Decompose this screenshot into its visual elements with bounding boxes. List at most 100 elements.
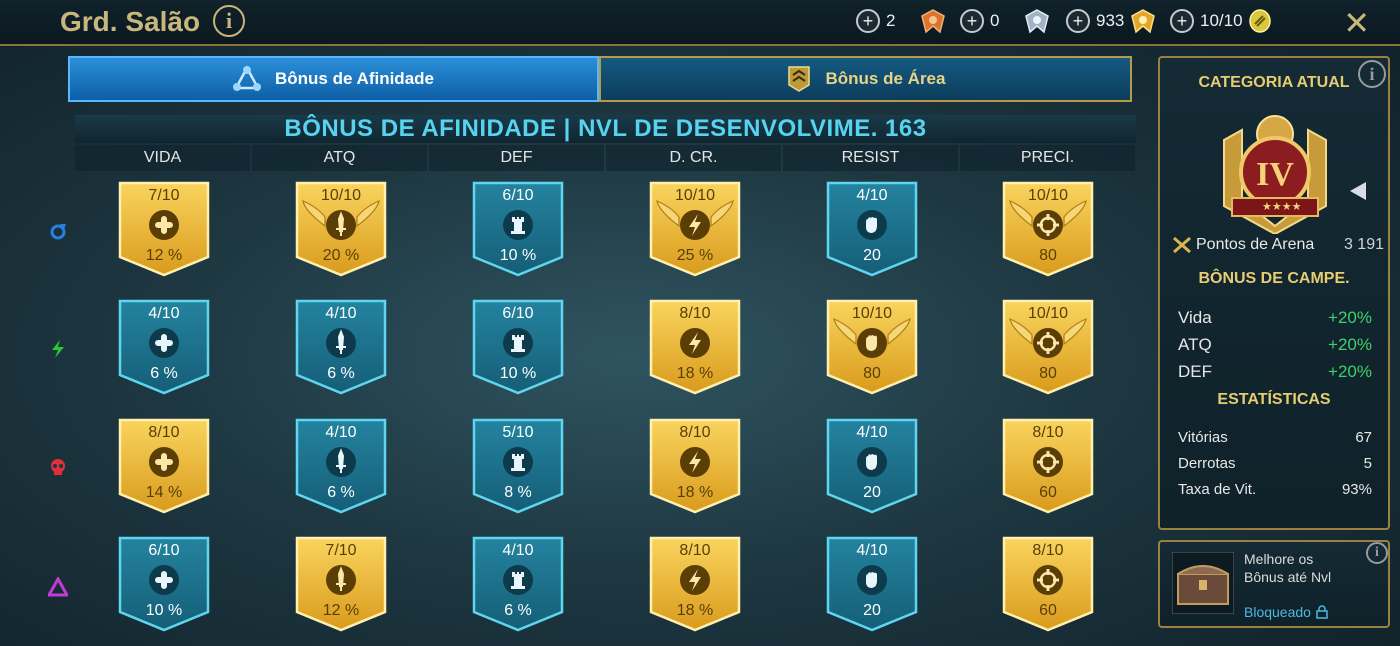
accuracy-icon: [1033, 210, 1063, 240]
bonus-badge[interactable]: 4/10 20: [826, 418, 918, 514]
champion-bonus-title: BÔNUS DE CAMPE.: [1198, 270, 1350, 287]
silver-medal-icon: [1025, 9, 1049, 34]
badge-value: 6 %: [504, 602, 532, 619]
bonus-badge[interactable]: 6/10 10 %: [472, 299, 564, 395]
badge-value: 80: [863, 365, 881, 382]
area-tab-icon: [787, 66, 810, 92]
info-button[interactable]: i: [213, 5, 245, 37]
tab-area-bonus[interactable]: Bônus de Área: [599, 56, 1132, 102]
badge-rank: 6/10: [502, 305, 534, 322]
bonus-badge[interactable]: 4/10 6 %: [295, 418, 387, 514]
defense-icon: [503, 210, 533, 240]
resource-silver: + 0: [960, 8, 1050, 34]
bonus-badge[interactable]: 8/10 60: [1002, 418, 1094, 514]
badge-rank: 7/10: [325, 542, 357, 559]
bonus-badge[interactable]: 5/10 8 %: [472, 418, 564, 514]
crit-damage-icon: [680, 565, 710, 595]
bonus-badge[interactable]: 8/10 18 %: [649, 299, 741, 395]
bonus-badge[interactable]: 4/10 6 %: [118, 299, 210, 395]
add-token-button[interactable]: +: [1170, 9, 1194, 33]
bonus-badge[interactable]: 6/10 10 %: [118, 536, 210, 632]
bonus-badge[interactable]: 10/10 80: [1002, 181, 1094, 277]
badge-value: 10 %: [499, 247, 537, 264]
column-header: D. CR.: [606, 145, 781, 171]
badge-value: 14 %: [145, 484, 183, 501]
resource-token-value: 10/10: [1200, 11, 1243, 30]
attack-icon: [326, 447, 356, 477]
badge-value: 18 %: [676, 602, 714, 619]
defense-icon: [503, 328, 533, 358]
add-gold-button[interactable]: +: [1066, 9, 1090, 33]
bonus-badge[interactable]: 8/10 14 %: [118, 418, 210, 514]
badge-value: 12 %: [145, 247, 183, 264]
upgrade-info-button[interactable]: i: [1366, 542, 1388, 564]
page-title: Grd. Salão: [60, 6, 201, 37]
crit-damage-icon: [680, 328, 710, 358]
tab-affinity-bonus[interactable]: Bônus de Afinidade: [68, 56, 599, 102]
badge-rank: 10/10: [320, 187, 362, 204]
badge-value: 10 %: [499, 365, 537, 382]
upgrade-card[interactable]: Melhore os Bônus até Nvl Bloqueado i: [1158, 540, 1390, 628]
bonus-badge[interactable]: 8/10 18 %: [649, 536, 741, 632]
category-title: CATEGORIA ATUAL: [1198, 74, 1350, 91]
add-silver-button[interactable]: +: [960, 9, 984, 33]
spirit-affinity-icon: [51, 459, 65, 475]
badge-rank: 5/10: [502, 424, 534, 441]
bonus-badge[interactable]: 10/10 25 %: [649, 181, 741, 277]
bonus-badge[interactable]: 8/10 18 %: [649, 418, 741, 514]
badge-rank: 7/10: [148, 187, 180, 204]
badge-rank: 4/10: [148, 305, 180, 322]
bonus-badge[interactable]: 6/10 10 %: [472, 181, 564, 277]
bonus-badge[interactable]: 4/10 20: [826, 181, 918, 277]
close-icon[interactable]: ✕: [1343, 4, 1370, 42]
resource-gold: + 933: [1066, 8, 1156, 34]
badge-value: 20: [863, 484, 881, 501]
crit-damage-icon: [680, 210, 710, 240]
badge-rank: 10/10: [851, 305, 893, 322]
rank-emblem-icon: ★★★★ IV: [1223, 115, 1327, 234]
column-header: ATQ: [252, 145, 427, 171]
tab-area-label: Bônus de Área: [825, 69, 946, 88]
accuracy-icon: [1033, 447, 1063, 477]
badge-value: 8 %: [504, 484, 532, 501]
bonus-badge[interactable]: 10/10 20 %: [295, 181, 387, 277]
bonus-badge[interactable]: 8/10 60: [1002, 536, 1094, 632]
column-header: RESIST: [783, 145, 958, 171]
resistance-icon: [857, 210, 887, 240]
bonus-badge[interactable]: 4/10 6 %: [295, 299, 387, 395]
badge-value: 6 %: [327, 365, 355, 382]
void-affinity-icon: [48, 577, 68, 597]
badge-value: 20: [863, 247, 881, 264]
bonus-value: +20%: [1328, 362, 1372, 381]
badge-rank: 4/10: [856, 542, 888, 559]
bonus-value: +20%: [1328, 335, 1372, 354]
badge-value: 6 %: [150, 365, 178, 382]
category-info-button[interactable]: i: [1358, 60, 1386, 88]
stat-row: Derrotas 5: [1178, 455, 1372, 472]
top-bar: Grd. Salão i + 2 + 0 + 933 + 10/10 ✕: [0, 0, 1400, 46]
resistance-icon: [857, 447, 887, 477]
add-bronze-button[interactable]: +: [856, 9, 880, 33]
defense-icon: [503, 565, 533, 595]
stat-value: 67: [1355, 429, 1372, 446]
bonus-badge[interactable]: 4/10 20: [826, 536, 918, 632]
badge-rank: 8/10: [148, 424, 180, 441]
bonus-badge[interactable]: 7/10 12 %: [295, 536, 387, 632]
bonus-badge[interactable]: 4/10 6 %: [472, 536, 564, 632]
accuracy-icon: [1033, 328, 1063, 358]
upgrade-text-line1: Melhore os: [1244, 551, 1314, 567]
bonus-badge[interactable]: 7/10 12 %: [118, 181, 210, 277]
bonus-badge[interactable]: 10/10 80: [1002, 299, 1094, 395]
chest-icon: [1172, 552, 1234, 614]
column-header: DEF: [429, 145, 604, 171]
previous-arrow-icon[interactable]: [1348, 180, 1368, 202]
badge-rank: 6/10: [148, 542, 180, 559]
stat-row: Taxa de Vit. 93%: [1178, 481, 1372, 498]
badge-rank: 8/10: [679, 424, 711, 441]
magic-affinity-icon: [50, 224, 66, 240]
bonus-badge[interactable]: 10/10 80: [826, 299, 918, 395]
defense-icon: [503, 447, 533, 477]
bonus-value: +20%: [1328, 308, 1372, 327]
force-affinity-icon: [52, 340, 64, 358]
upgrade-text-line2: Bônus até Nvl: [1244, 569, 1332, 585]
